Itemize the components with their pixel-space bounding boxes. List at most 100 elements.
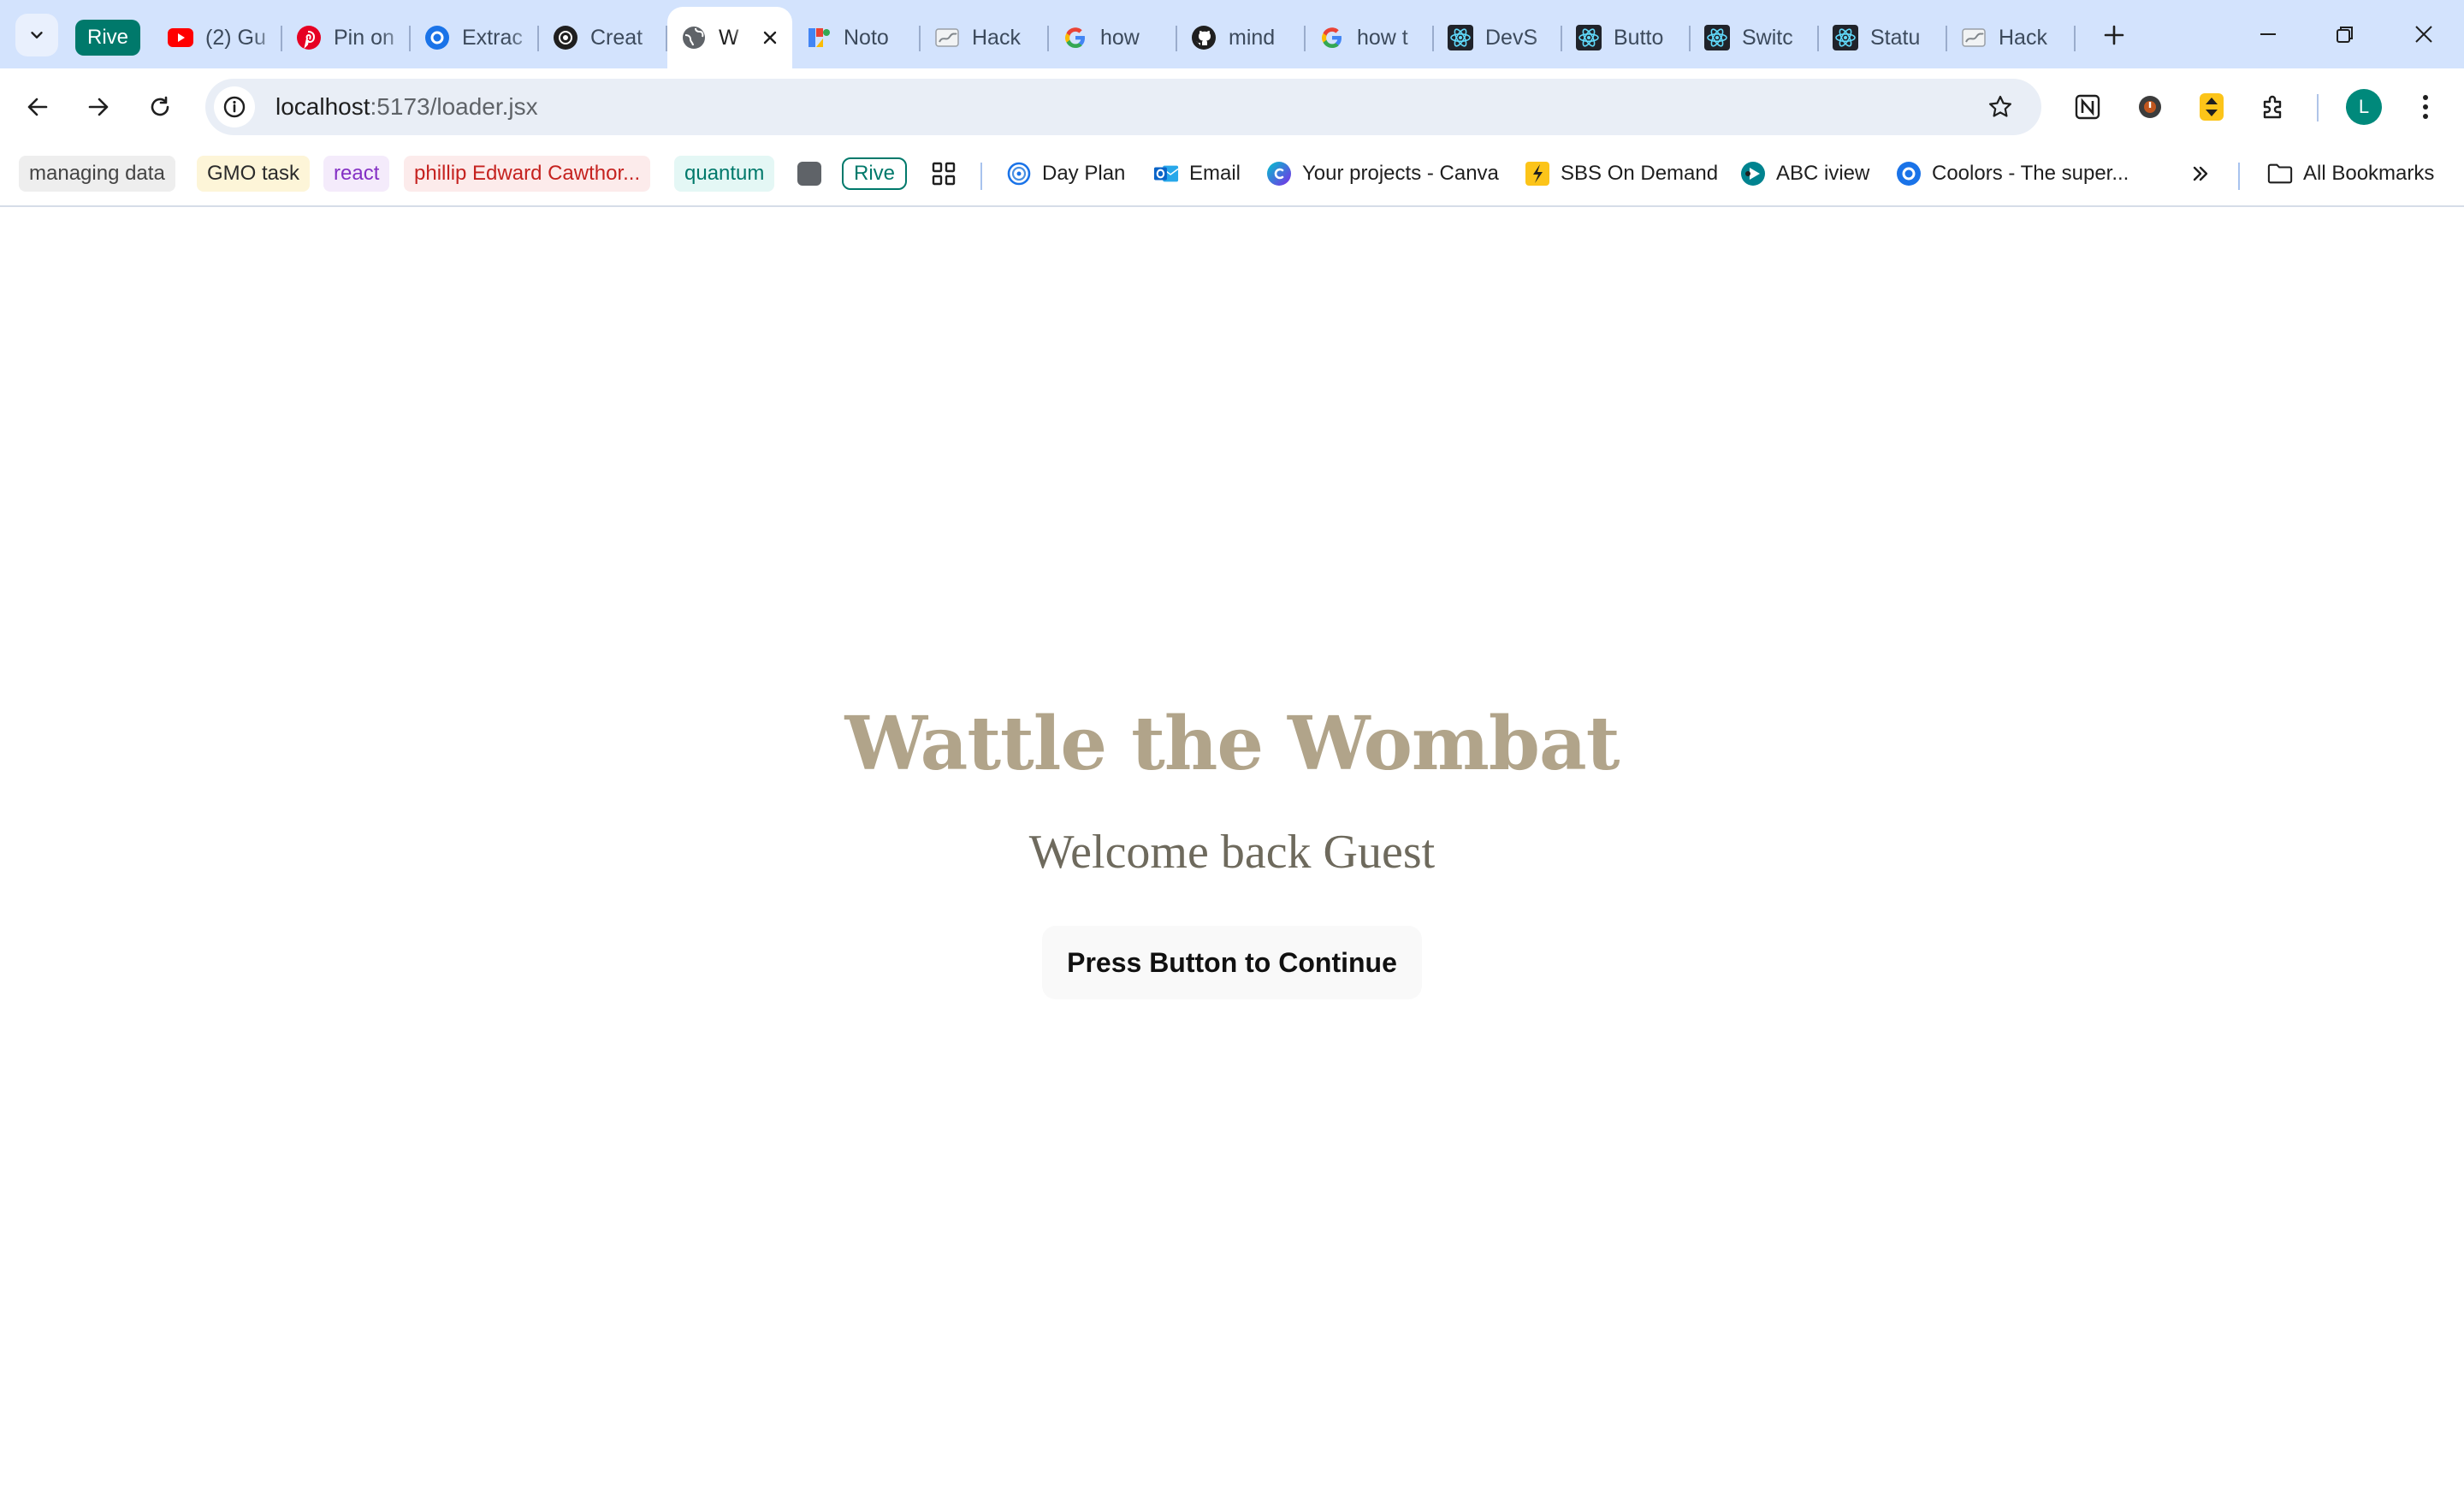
sbs-icon <box>1525 161 1550 187</box>
bookmark-folder-react[interactable]: react <box>323 156 390 192</box>
tab-list: Rive (2) Gu Pin on Extrac Creat W Noto H… <box>68 7 2076 68</box>
react-icon <box>1448 25 1473 50</box>
bookmark-sbs[interactable]: SBS On Demand <box>1525 156 1718 192</box>
arrow-left-icon <box>27 98 48 116</box>
openai-icon <box>553 25 578 50</box>
tab-group-rive[interactable]: Rive <box>68 10 154 65</box>
url-text[interactable]: localhost:5173/loader.jsx <box>275 93 538 121</box>
bookmark-folder-managing-data[interactable]: managing data <box>19 156 175 192</box>
bookmark-folder-gmo-task[interactable]: GMO task <box>197 156 311 192</box>
react-icon <box>1833 25 1858 50</box>
continue-button[interactable]: Press Button to Continue <box>1042 926 1422 999</box>
bookmark-coolors[interactable]: Coolors - The super... <box>1896 156 2129 192</box>
close-window-button[interactable] <box>2392 0 2455 68</box>
address-bar[interactable]: localhost:5173/loader.jsx <box>205 79 2041 135</box>
minimize-button[interactable] <box>2236 0 2300 68</box>
tab-github[interactable]: mind <box>1177 10 1306 65</box>
tab-google-2[interactable]: how t <box>1306 10 1434 65</box>
apps-grid-icon <box>932 162 956 186</box>
reload-icon <box>151 96 169 116</box>
canva-icon <box>424 25 450 50</box>
puzzle-icon <box>2263 95 2282 119</box>
close-icon[interactable] <box>756 24 784 51</box>
tab-hack-2[interactable]: Hack <box>1947 10 2076 65</box>
restore-button[interactable] <box>2313 0 2377 68</box>
tab-google-1[interactable]: how <box>1049 10 1177 65</box>
bookmark-separator <box>2238 163 2240 190</box>
bookmark-email[interactable]: Email <box>1153 156 1241 192</box>
back-button[interactable] <box>16 86 59 128</box>
tab-title: Noto <box>844 25 889 50</box>
bookmark-day-plan[interactable]: Day Plan <box>1006 156 1125 192</box>
tab-hack-1[interactable]: Hack <box>921 10 1049 65</box>
new-tab-button[interactable] <box>2094 15 2134 55</box>
tab-switch[interactable]: Switc <box>1691 10 1819 65</box>
google-icon <box>1063 25 1088 50</box>
notion-extension-button[interactable] <box>2066 86 2109 128</box>
canva-icon <box>1266 161 1292 187</box>
tab-status[interactable]: Statu <box>1819 10 1947 65</box>
tab-title: Creat <box>590 25 643 50</box>
star-icon <box>1989 95 2011 117</box>
bookmark-star-button[interactable] <box>1980 86 2021 127</box>
react-icon <box>1576 25 1602 50</box>
extension-button-2[interactable] <box>2129 86 2171 128</box>
apps-button[interactable] <box>929 156 958 192</box>
arrow-right-icon <box>88 98 109 116</box>
plus-icon <box>2104 25 2124 45</box>
globe-icon <box>681 25 707 50</box>
tab-pinterest[interactable]: Pin on <box>282 10 411 65</box>
all-bookmarks-button[interactable]: All Bookmarks <box>2267 156 2434 192</box>
bookmark-label: Your projects - Canva <box>1302 162 1499 185</box>
tab-devs[interactable]: DevS <box>1434 10 1562 65</box>
close-icon <box>2415 26 2432 43</box>
tab-title: Hack <box>1999 25 2047 50</box>
bookmarks-overflow-button[interactable] <box>2187 156 2214 192</box>
kebab-menu-icon <box>2423 95 2428 119</box>
bookmarks-bar: managing data GMO task react phillip Edw… <box>0 145 2464 207</box>
pinterest-icon <box>296 25 322 50</box>
bookmark-folder-quantum[interactable]: quantum <box>674 156 775 192</box>
tab-active[interactable]: W <box>667 7 792 68</box>
bookmark-label: ABC iview <box>1776 162 1870 185</box>
tab-title: Butto <box>1614 25 1664 50</box>
bookmark-canva[interactable]: Your projects - Canva <box>1266 156 1499 192</box>
extensions-menu-button[interactable] <box>2252 86 2295 128</box>
page-title: Wattle the Wombat <box>844 701 1620 787</box>
site-info-icon[interactable] <box>214 86 255 127</box>
profile-avatar[interactable]: L <box>2346 89 2382 125</box>
forward-button[interactable] <box>77 86 120 128</box>
hackathon-icon <box>934 25 960 50</box>
tab-extract[interactable]: Extrac <box>411 10 539 65</box>
tab-group-label: Rive <box>75 20 141 56</box>
tab-search-button[interactable] <box>15 14 58 56</box>
notion-icon <box>2075 94 2100 120</box>
bookmark-abc-iview[interactable]: ABC iview <box>1740 156 1869 192</box>
tab-youtube[interactable]: (2) Gu <box>154 10 282 65</box>
toolbar-divider <box>2317 94 2319 121</box>
sort-extension-icon <box>2200 93 2224 121</box>
browser-menu-button[interactable] <box>2404 86 2447 128</box>
tab-title: how t <box>1357 25 1408 50</box>
bookmark-separator <box>980 163 982 190</box>
tab-create[interactable]: Creat <box>539 10 667 65</box>
abc-iview-icon <box>1740 161 1766 187</box>
bookmark-folder-phillip[interactable]: phillip Edward Cawthor... <box>404 156 651 192</box>
youtube-icon <box>168 25 193 50</box>
bookmark-folder-rive[interactable]: Rive <box>842 157 908 190</box>
coolors-icon <box>1896 161 1922 187</box>
double-chevron-right-icon <box>2193 166 2208 181</box>
folder-icon <box>2267 161 2293 187</box>
restore-icon <box>2337 27 2353 43</box>
welcome-message: Welcome back Guest <box>1028 826 1436 879</box>
bookmark-label: Email <box>1189 162 1241 185</box>
tab-title: mind <box>1229 25 1276 50</box>
minimize-icon <box>2260 33 2276 35</box>
reload-button[interactable] <box>139 86 181 128</box>
chevron-down-icon <box>31 32 43 39</box>
square-icon <box>797 162 821 186</box>
tab-noto[interactable]: Noto <box>792 10 921 65</box>
tab-button[interactable]: Butto <box>1562 10 1691 65</box>
extension-button-3[interactable] <box>2190 86 2233 128</box>
bookmark-folder-square[interactable] <box>796 156 823 192</box>
